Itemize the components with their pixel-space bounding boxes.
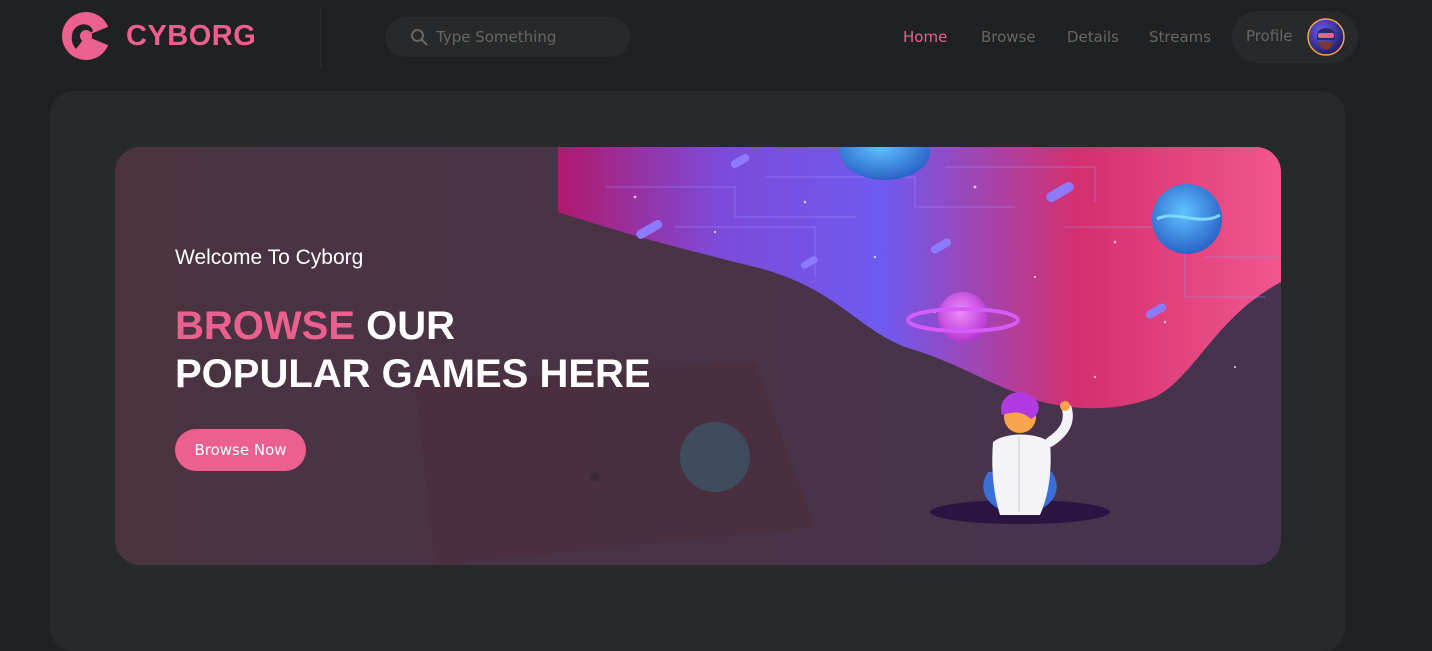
banner-headline: BROWSE OUR POPULAR GAMES HERE xyxy=(175,302,651,398)
headline-line-1: OUR xyxy=(366,304,456,348)
logo[interactable]: CYBORG xyxy=(61,11,256,61)
browse-now-button[interactable]: Browse Now xyxy=(175,429,306,471)
avatar xyxy=(1307,18,1345,56)
top-header: CYBORG Home Browse Details Streams Profi… xyxy=(0,0,1432,75)
hero-banner: Welcome To Cyborg BROWSE OUR POPULAR GAM… xyxy=(115,147,1281,565)
nav-home[interactable]: Home xyxy=(903,28,947,46)
main-content: Welcome To Cyborg BROWSE OUR POPULAR GAM… xyxy=(50,91,1345,651)
search-icon xyxy=(411,29,428,46)
logo-icon xyxy=(62,12,111,60)
headline-accent: BROWSE xyxy=(175,304,355,348)
nav-streams[interactable]: Streams xyxy=(1149,28,1211,46)
search-input[interactable] xyxy=(434,27,628,47)
header-divider xyxy=(320,8,321,68)
search-bar[interactable] xyxy=(385,17,630,57)
nav-details[interactable]: Details xyxy=(1067,28,1119,46)
welcome-text: Welcome To Cyborg xyxy=(175,246,364,269)
headline-line-2: POPULAR GAMES HERE xyxy=(175,352,651,396)
nav-browse[interactable]: Browse xyxy=(981,28,1036,46)
profile-label: Profile xyxy=(1246,27,1293,45)
brand-name: CYBORG xyxy=(126,19,257,52)
profile-button[interactable]: Profile xyxy=(1232,11,1358,63)
